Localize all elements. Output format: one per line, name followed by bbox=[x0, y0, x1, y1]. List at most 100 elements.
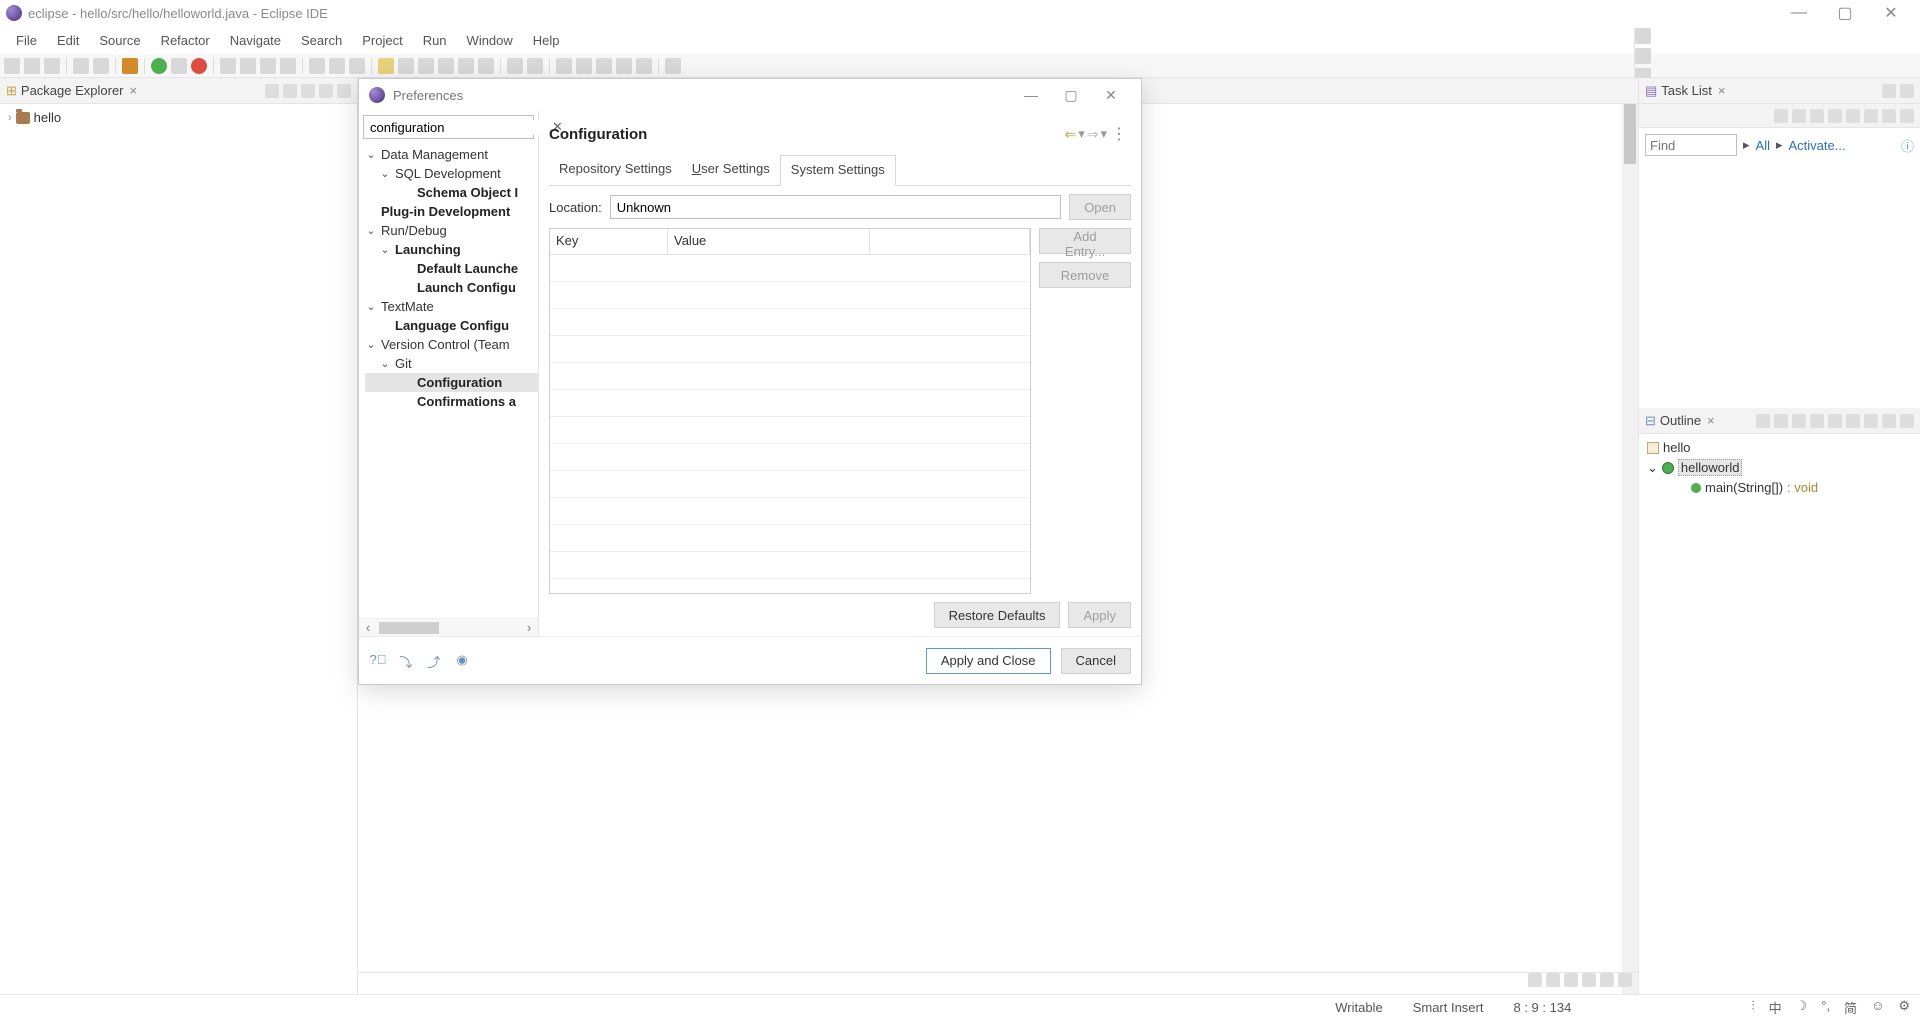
column-key[interactable]: Key bbox=[550, 229, 668, 254]
toolbar-button[interactable] bbox=[636, 58, 652, 74]
toolbar-button[interactable] bbox=[398, 58, 414, 74]
ime-moon-icon[interactable]: ☽ bbox=[1796, 998, 1808, 1017]
tree-configuration[interactable]: Configuration bbox=[417, 375, 502, 390]
tree-launching[interactable]: Launching bbox=[395, 242, 461, 257]
preferences-tree[interactable]: ⌄Data Management ⌄SQL Development Schema… bbox=[359, 143, 538, 618]
outline-package-node[interactable]: hello bbox=[1647, 438, 1912, 457]
bottom-toolbar-button[interactable] bbox=[1546, 973, 1560, 987]
toolbar-button[interactable] bbox=[93, 58, 109, 74]
cancel-button[interactable]: Cancel bbox=[1061, 648, 1131, 674]
toolbar-button[interactable] bbox=[576, 58, 592, 74]
menu-navigate[interactable]: Navigate bbox=[220, 29, 291, 52]
config-table[interactable]: Key Value bbox=[549, 228, 1031, 594]
menu-help[interactable]: Help bbox=[523, 29, 570, 52]
toolbar-button[interactable] bbox=[378, 58, 394, 74]
import-prefs-icon[interactable]: ⤵ bbox=[397, 652, 415, 670]
add-entry-button[interactable]: Add Entry... bbox=[1039, 228, 1131, 254]
tree-textmate[interactable]: TextMate bbox=[381, 299, 434, 314]
bottom-toolbar-button[interactable] bbox=[1564, 973, 1578, 987]
toolbar-button[interactable] bbox=[171, 58, 187, 74]
ime-zhong[interactable]: 中 bbox=[1769, 998, 1782, 1017]
tree-default-launcher[interactable]: Default Launche bbox=[417, 261, 518, 276]
minimize-view-button[interactable] bbox=[1882, 414, 1896, 428]
toolbar-button[interactable] bbox=[220, 58, 236, 74]
apply-and-close-button[interactable]: Apply and Close bbox=[926, 648, 1051, 674]
tree-sql-development[interactable]: SQL Development bbox=[395, 166, 501, 181]
ime-indicator[interactable]: ⫶ bbox=[1751, 998, 1754, 1017]
close-view-button[interactable]: × bbox=[130, 83, 138, 98]
project-node[interactable]: › hello bbox=[8, 108, 349, 127]
menu-file[interactable]: File bbox=[6, 29, 47, 52]
ime-gear-icon[interactable]: ⚙ bbox=[1898, 998, 1910, 1017]
outline-method-node[interactable]: main(String[]) : void bbox=[1647, 478, 1912, 497]
view-toolbar-button[interactable] bbox=[1774, 109, 1788, 123]
tree-run-debug[interactable]: Run/Debug bbox=[381, 223, 447, 238]
preferences-filter-input[interactable] bbox=[364, 120, 552, 135]
expand-icon[interactable]: › bbox=[8, 112, 12, 124]
menu-source[interactable]: Source bbox=[89, 29, 150, 52]
dialog-minimize-button[interactable]: — bbox=[1011, 87, 1051, 103]
menu-edit[interactable]: Edit bbox=[47, 29, 89, 52]
toolbar-button[interactable] bbox=[24, 58, 40, 74]
toolbar-button[interactable] bbox=[4, 58, 20, 74]
view-toolbar-button[interactable] bbox=[265, 84, 279, 98]
toolbar-button[interactable] bbox=[329, 58, 345, 74]
toolbar-button[interactable] bbox=[478, 58, 494, 74]
ime-punct[interactable]: °, bbox=[1821, 998, 1830, 1017]
minimize-view-button[interactable] bbox=[1882, 84, 1896, 98]
view-toolbar-button[interactable] bbox=[1792, 109, 1806, 123]
view-toolbar-button[interactable] bbox=[1828, 414, 1842, 428]
menu-run[interactable]: Run bbox=[413, 29, 457, 52]
tree-language-config[interactable]: Language Configu bbox=[395, 318, 509, 333]
help-icon[interactable]: ⓘ bbox=[1901, 136, 1914, 155]
editor-scrollbar[interactable] bbox=[1622, 104, 1638, 994]
view-toolbar-button[interactable] bbox=[1774, 414, 1788, 428]
remove-entry-button[interactable]: Remove bbox=[1039, 262, 1131, 288]
toolbar-button[interactable] bbox=[596, 58, 612, 74]
toolbar-run-button[interactable] bbox=[151, 58, 167, 74]
toolbar-button[interactable] bbox=[73, 58, 89, 74]
view-toolbar-button[interactable] bbox=[1882, 109, 1896, 123]
toolbar-search-icon[interactable] bbox=[1635, 28, 1651, 44]
column-value[interactable]: Value bbox=[668, 229, 870, 254]
toolbar-button[interactable] bbox=[616, 58, 632, 74]
tab-user-settings[interactable]: User Settings bbox=[682, 155, 780, 185]
toolbar-button[interactable] bbox=[438, 58, 454, 74]
menu-search[interactable]: Search bbox=[291, 29, 352, 52]
export-prefs-icon[interactable]: ⤴ bbox=[425, 652, 443, 670]
view-toolbar-button[interactable] bbox=[1810, 414, 1824, 428]
maximize-view-button[interactable] bbox=[1900, 84, 1914, 98]
toolbar-button[interactable] bbox=[44, 58, 60, 74]
tree-git[interactable]: Git bbox=[395, 356, 412, 371]
view-toolbar-button[interactable] bbox=[1846, 109, 1860, 123]
toolbar-button[interactable] bbox=[418, 58, 434, 74]
tree-schema-object[interactable]: Schema Object I bbox=[417, 185, 518, 200]
minimize-view-button[interactable] bbox=[319, 84, 333, 98]
toolbar-button[interactable] bbox=[280, 58, 296, 74]
tasklist-find-input[interactable] bbox=[1645, 134, 1737, 156]
nav-forward-button[interactable]: ⇒ bbox=[1085, 126, 1101, 143]
toolbar-button[interactable] bbox=[665, 58, 681, 74]
location-input[interactable] bbox=[610, 195, 1061, 219]
dialog-maximize-button[interactable]: ▢ bbox=[1051, 87, 1091, 104]
tree-hscrollbar[interactable]: ‹› bbox=[359, 618, 538, 636]
maximize-view-button[interactable] bbox=[1900, 414, 1914, 428]
close-window-button[interactable]: ✕ bbox=[1868, 3, 1914, 23]
view-toolbar-button[interactable] bbox=[1864, 109, 1878, 123]
bottom-toolbar-button[interactable] bbox=[1618, 973, 1632, 987]
toolbar-button[interactable] bbox=[191, 58, 207, 74]
menu-project[interactable]: Project bbox=[352, 29, 412, 52]
ime-jian[interactable]: 简 bbox=[1844, 998, 1857, 1017]
toolbar-button[interactable] bbox=[240, 58, 256, 74]
view-toolbar-button[interactable] bbox=[1810, 109, 1824, 123]
toolbar-button[interactable] bbox=[260, 58, 276, 74]
tab-repository-settings[interactable]: Repository Settings bbox=[549, 155, 682, 185]
help-icon[interactable]: ?⃝ bbox=[369, 652, 387, 670]
open-location-button[interactable]: Open bbox=[1069, 194, 1131, 220]
minimize-button[interactable]: — bbox=[1776, 4, 1822, 22]
view-toolbar-button[interactable] bbox=[283, 84, 297, 98]
tree-confirmations[interactable]: Confirmations a bbox=[417, 394, 516, 409]
nav-back-button[interactable]: ⇐ bbox=[1062, 126, 1078, 143]
view-menu-icon[interactable] bbox=[1900, 109, 1914, 123]
tab-system-settings[interactable]: System Settings bbox=[780, 155, 896, 186]
